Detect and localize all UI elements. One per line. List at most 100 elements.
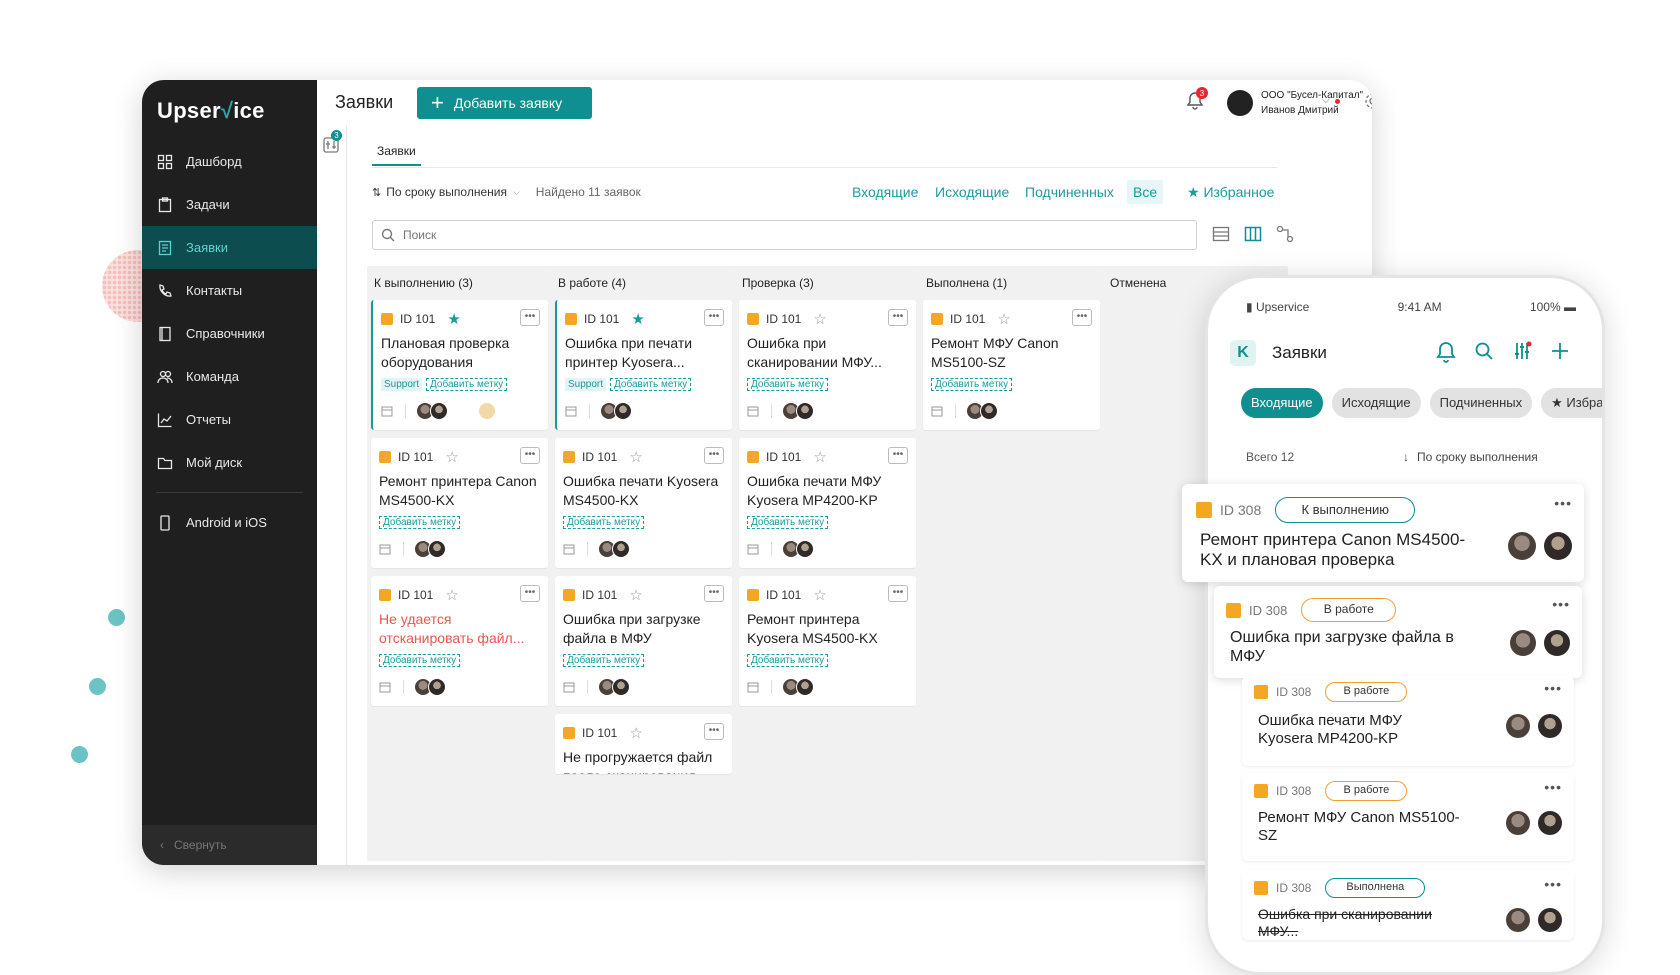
add-label-button[interactable]: Добавить метку	[747, 516, 829, 529]
filter-all[interactable]: Все	[1127, 180, 1164, 204]
request-card[interactable]: ID 101 ☆ ••• Не удается отсканировать файл.…	[371, 576, 548, 706]
mobile-sort[interactable]: ↓ По сроку выполнения	[1403, 450, 1538, 464]
sidebar-item-5[interactable]: Команда	[142, 355, 317, 398]
calendar-icon[interactable]	[931, 405, 943, 417]
filter-incoming[interactable]: Входящие	[852, 180, 918, 204]
request-card[interactable]: ID 101 ☆ ••• Ремонт принтера Canon MS4500-K…	[371, 438, 548, 568]
calendar-icon[interactable]	[563, 681, 575, 693]
mobile-request-card[interactable]: ID 308 К выполнению ••• Ремонт принтера Can…	[1182, 484, 1584, 582]
add-label-button[interactable]: Добавить метку	[747, 654, 829, 667]
star-icon[interactable]: ★	[447, 310, 460, 328]
add-label-button[interactable]: Добавить метку	[426, 378, 508, 391]
more-menu-button[interactable]: •••	[704, 723, 724, 740]
sidebar-item-mobile-apps[interactable]: Android и iOS	[142, 501, 317, 544]
sidebar-item-7[interactable]: Мой диск	[142, 441, 317, 484]
calendar-icon[interactable]	[563, 543, 575, 555]
more-menu-button[interactable]: •••	[520, 447, 540, 464]
sidebar-item-0[interactable]: Дашборд	[142, 140, 317, 183]
add-label-button[interactable]: Добавить метку	[379, 516, 461, 529]
mobile-request-card[interactable]: ID 308 В работе ••• Ошибка при загрузке фай…	[1214, 586, 1582, 678]
avatar	[796, 402, 814, 420]
collapse-sidebar-button[interactable]: ‹ Свернуть	[142, 825, 317, 865]
more-menu-button[interactable]: •••	[520, 309, 540, 326]
more-menu-button[interactable]: •••	[888, 309, 908, 326]
more-menu-button[interactable]: •••	[1072, 309, 1092, 326]
calendar-icon[interactable]	[381, 405, 393, 417]
request-card[interactable]: ID 101 ☆ ••• Ошибка при загрузке файла в МФ…	[555, 576, 732, 706]
gear-icon[interactable]	[1364, 92, 1372, 110]
request-card[interactable]: ID 101 ☆ ••• Ошибка печати Kyosera MS4500-K…	[555, 438, 732, 568]
search-icon[interactable]	[1474, 341, 1494, 361]
more-menu-button[interactable]: •••	[1544, 779, 1562, 795]
list-view-icon[interactable]	[1212, 225, 1230, 243]
star-icon[interactable]: ☆	[813, 310, 826, 328]
sidebar-item-3[interactable]: Контакты	[142, 269, 317, 312]
status-bar: ▮ Upservice 9:41 AM 100% ▬	[1246, 300, 1576, 314]
more-menu-button[interactable]: •••	[1554, 495, 1572, 511]
request-card[interactable]: ID 101 ☆ ••• Ошибка при сканировании МФУ...…	[739, 300, 916, 430]
more-menu-button[interactable]: •••	[704, 447, 724, 464]
add-label-button[interactable]: Добавить метку	[931, 378, 1013, 391]
mobile-filter-chip[interactable]: Входящие	[1241, 388, 1323, 418]
more-menu-button[interactable]: •••	[888, 447, 908, 464]
star-icon[interactable]: ☆	[813, 586, 826, 604]
notifications-button[interactable]: 3	[1186, 87, 1208, 115]
add-label-button[interactable]: Добавить метку	[610, 378, 692, 391]
request-card[interactable]: ID 101 ☆ ••• Ремонт МФУ Canon MS5100-SZ Доба…	[923, 300, 1100, 430]
more-menu-button[interactable]: •••	[1544, 680, 1562, 696]
sidebar-item-1[interactable]: Задачи	[142, 183, 317, 226]
mobile-request-card[interactable]: ID 308 В работе ••• Ремонт МФУ Canon MS5100…	[1242, 773, 1574, 861]
mobile-request-card[interactable]: ID 308 В работе ••• Ошибка печати МФУ Kyose…	[1242, 676, 1574, 766]
calendar-icon[interactable]	[747, 405, 759, 417]
plus-icon[interactable]	[1550, 341, 1570, 361]
mobile-filter-chip[interactable]: ★ Избранное	[1541, 388, 1602, 418]
org-switcher[interactable]: ООО "Бусел-Капитал" Иванов Дмитрий	[1227, 88, 1363, 118]
filter-subordinates[interactable]: Подчиненных	[1025, 180, 1114, 204]
sidebar-item-4[interactable]: Справочники	[142, 312, 317, 355]
favorites-filter[interactable]: ★ Избранное	[1187, 180, 1274, 204]
more-menu-button[interactable]: •••	[704, 309, 724, 326]
star-icon[interactable]: ☆	[629, 724, 642, 742]
more-menu-button[interactable]: •••	[1544, 876, 1562, 892]
mobile-request-card[interactable]: ID 308 Выполнена ••• Ошибка при сканировани…	[1242, 870, 1574, 940]
tab-requests[interactable]: Заявки	[372, 144, 421, 166]
more-menu-button[interactable]: •••	[888, 585, 908, 602]
chevron-down-icon[interactable]: ⌵	[1322, 95, 1330, 106]
star-icon[interactable]: ☆	[629, 448, 642, 466]
flow-view-icon[interactable]	[1276, 225, 1294, 243]
kanban-view-icon[interactable]	[1244, 225, 1262, 243]
add-request-button[interactable]: + Добавить заявку	[417, 87, 592, 119]
more-menu-button[interactable]: •••	[520, 585, 540, 602]
request-card[interactable]: ID 101 ☆ ••• Ошибка печати МФУ Kyosera MP42…	[739, 438, 916, 568]
star-icon[interactable]: ☆	[445, 448, 458, 466]
request-card[interactable]: ID 101 ★ ••• Ошибка при печати принтер Kyos…	[555, 300, 732, 430]
star-icon[interactable]: ☆	[997, 310, 1010, 328]
add-label-button[interactable]: Добавить метку	[379, 654, 461, 667]
request-card[interactable]: ID 101 ☆ ••• Ремонт принтера Kyosera MS4500…	[739, 576, 916, 706]
star-icon[interactable]: ★	[631, 310, 644, 328]
add-label-button[interactable]: Добавить метку	[563, 654, 645, 667]
search-input[interactable]	[403, 228, 1103, 242]
request-card[interactable]: ID 101 ★ ••• Плановая проверка оборудования…	[371, 300, 548, 430]
sidebar-item-6[interactable]: Отчеты	[142, 398, 317, 441]
filter-icon[interactable]	[1512, 341, 1532, 361]
sidebar-item-2[interactable]: Заявки	[142, 226, 317, 269]
star-icon[interactable]: ☆	[813, 448, 826, 466]
mobile-filter-chip[interactable]: Исходящие	[1331, 388, 1421, 418]
calendar-icon[interactable]	[747, 681, 759, 693]
calendar-icon[interactable]	[565, 405, 577, 417]
filter-outgoing[interactable]: Исходящие	[935, 180, 1009, 204]
star-icon[interactable]: ☆	[445, 586, 458, 604]
more-menu-button[interactable]: •••	[704, 585, 724, 602]
more-menu-button[interactable]: •••	[1552, 596, 1570, 612]
request-card[interactable]: ID 101 ☆ ••• Не прогружается файл после ска…	[555, 714, 732, 774]
mobile-filter-chip[interactable]: Подчиненных	[1429, 388, 1533, 418]
bell-icon[interactable]	[1436, 341, 1456, 363]
star-icon[interactable]: ☆	[629, 586, 642, 604]
calendar-icon[interactable]	[379, 543, 391, 555]
calendar-icon[interactable]	[747, 543, 759, 555]
sort-dropdown[interactable]: ⇅ По сроку выполнения ⌵	[372, 185, 520, 199]
add-label-button[interactable]: Добавить метку	[563, 516, 645, 529]
calendar-icon[interactable]	[379, 681, 391, 693]
add-label-button[interactable]: Добавить метку	[747, 378, 829, 391]
